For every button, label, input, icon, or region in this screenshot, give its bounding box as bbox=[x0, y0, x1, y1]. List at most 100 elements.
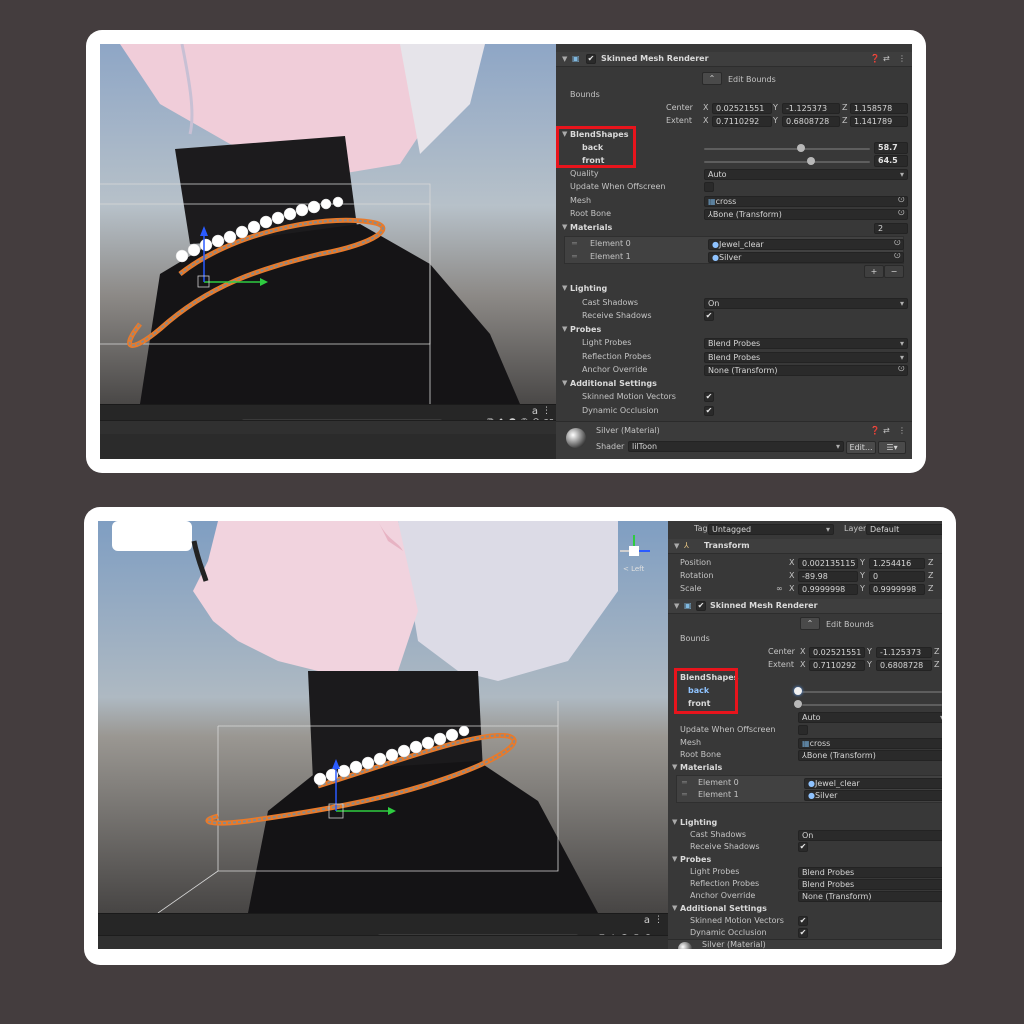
element-1-field[interactable]: ●Silver bbox=[804, 790, 942, 801]
scene-a-button[interactable]: a bbox=[644, 915, 650, 926]
probes-foldout-icon[interactable]: ▼ bbox=[672, 855, 677, 863]
component-enabled-toggle[interactable]: ✔ bbox=[586, 54, 596, 64]
additional-foldout-icon[interactable]: ▼ bbox=[672, 904, 677, 912]
position-x-field[interactable]: 0.002135115 bbox=[798, 558, 858, 569]
center-x-field[interactable]: 0.02521551 bbox=[712, 103, 772, 114]
lighting-foldout-icon[interactable]: ▼ bbox=[672, 818, 677, 826]
blendshape-front-slider[interactable] bbox=[704, 161, 870, 163]
edit-bounds-button[interactable]: ⌃ bbox=[800, 617, 820, 630]
transform-header[interactable]: ▼ ⅄ Transform bbox=[668, 539, 942, 554]
additional-settings-row[interactable]: ▼ Additional Settings bbox=[556, 378, 912, 391]
preset-icon[interactable]: ⇄ bbox=[883, 426, 890, 435]
materials-count-field[interactable]: 2 bbox=[874, 223, 908, 234]
object-picker-icon[interactable]: ⊙ bbox=[897, 197, 905, 205]
component-enabled-toggle[interactable]: ✔ bbox=[696, 601, 706, 611]
material-element-0-row[interactable]: ═ Element 0 ●Jewel_clear ⊙ bbox=[556, 238, 912, 251]
skinned-motion-checkbox[interactable]: ✔ bbox=[704, 392, 714, 402]
root-bone-field[interactable]: ⅄Bone (Transform) bbox=[798, 750, 942, 761]
materials-foldout-icon[interactable]: ▼ bbox=[672, 763, 677, 771]
center-y-field[interactable]: -1.125373 bbox=[782, 103, 840, 114]
blendshape-back-value[interactable]: 58.7 bbox=[874, 142, 908, 154]
tag-dropdown[interactable]: Untagged bbox=[708, 524, 834, 535]
anchor-override-field[interactable]: None (Transform) ⊙ bbox=[704, 365, 908, 376]
object-picker-icon[interactable]: ⊙ bbox=[893, 240, 901, 248]
center-z-field[interactable]: 1.158578 bbox=[850, 103, 908, 114]
scene-a-button[interactable]: a bbox=[532, 406, 538, 417]
receive-shadows-checkbox[interactable]: ✔ bbox=[704, 311, 714, 321]
reflection-probes-dropdown[interactable]: Blend Probes bbox=[798, 879, 942, 890]
probes-foldout-icon[interactable]: ▼ bbox=[562, 325, 567, 333]
blendshape-front-knob[interactable] bbox=[807, 157, 816, 165]
quality-dropdown[interactable]: Auto bbox=[798, 712, 942, 723]
reflection-probes-dropdown[interactable]: Blend Probes bbox=[704, 352, 908, 363]
extent-y-field[interactable]: 0.6808728 bbox=[876, 660, 932, 671]
blendshape-back-knob[interactable] bbox=[794, 687, 802, 695]
extent-z-field[interactable]: 1.141789 bbox=[850, 116, 908, 127]
scale-y-field[interactable]: 0.9999998 bbox=[869, 584, 925, 595]
anchor-override-field[interactable]: None (Transform) bbox=[798, 891, 942, 902]
extent-y-field[interactable]: 0.6808728 bbox=[782, 116, 840, 127]
blendshape-back-knob[interactable] bbox=[797, 144, 806, 152]
blendshape-front-value[interactable]: 64.5 bbox=[874, 155, 908, 167]
add-element-button[interactable]: + bbox=[864, 265, 884, 278]
center-x-field[interactable]: 0.02521551 bbox=[809, 647, 865, 658]
component-menu-icon[interactable]: ⋮ bbox=[898, 426, 906, 435]
scene-view[interactable] bbox=[100, 44, 556, 404]
root-bone-field[interactable]: ⅄Bone (Transform) ⊙ bbox=[704, 209, 908, 220]
extent-x-field[interactable]: 0.7110292 bbox=[712, 116, 772, 127]
position-y-field[interactable]: 1.254416 bbox=[869, 558, 925, 569]
lighting-row[interactable]: ▼ Lighting bbox=[556, 283, 912, 296]
mesh-field[interactable]: ▦cross bbox=[798, 738, 942, 749]
preset-icon[interactable]: ⇄ bbox=[883, 54, 890, 63]
scene-menu-icon[interactable]: ⋮ bbox=[654, 915, 663, 925]
drag-handle-icon[interactable]: ═ bbox=[682, 778, 687, 787]
lighting-foldout-icon[interactable]: ▼ bbox=[562, 284, 567, 292]
update-offscreen-checkbox[interactable] bbox=[798, 725, 808, 735]
layer-dropdown[interactable]: Default bbox=[866, 524, 942, 535]
element-0-field[interactable]: ●Jewel_clear ⊙ bbox=[708, 239, 904, 250]
additional-foldout-icon[interactable]: ▼ bbox=[562, 379, 567, 387]
receive-shadows-checkbox[interactable]: ✔ bbox=[798, 842, 808, 852]
materials-row[interactable]: ▼ Materials bbox=[668, 762, 942, 775]
update-offscreen-checkbox[interactable] bbox=[704, 182, 714, 192]
foldout-icon[interactable]: ▼ bbox=[674, 542, 679, 550]
element-0-field[interactable]: ●Jewel_clear bbox=[804, 778, 942, 789]
blendshape-back-slider[interactable] bbox=[802, 691, 942, 693]
light-probes-dropdown[interactable]: Blend Probes bbox=[704, 338, 908, 349]
materials-row[interactable]: ▼ Materials 2 bbox=[556, 222, 912, 235]
blendshape-front-knob[interactable] bbox=[794, 700, 802, 708]
object-picker-icon[interactable]: ⊙ bbox=[897, 366, 905, 374]
probes-row[interactable]: ▼ Probes bbox=[556, 324, 912, 337]
blendshape-front-slider[interactable] bbox=[802, 704, 942, 706]
center-y-field[interactable]: -1.125373 bbox=[876, 647, 932, 658]
shader-dropdown[interactable]: lilToon bbox=[628, 441, 844, 452]
cast-shadows-dropdown[interactable]: On bbox=[798, 830, 942, 841]
skinned-motion-checkbox[interactable]: ✔ bbox=[798, 916, 808, 926]
cast-shadows-dropdown[interactable]: On bbox=[704, 298, 908, 309]
mesh-field[interactable]: ▦cross ⊙ bbox=[704, 196, 908, 207]
scene-view[interactable]: < Left bbox=[98, 521, 668, 913]
shader-edit-button[interactable]: Edit... bbox=[846, 441, 876, 454]
shader-options-button[interactable]: ☰▾ bbox=[878, 441, 906, 454]
component-menu-icon[interactable]: ⋮ bbox=[898, 54, 906, 63]
materials-foldout-icon[interactable]: ▼ bbox=[562, 223, 567, 231]
drag-handle-icon[interactable]: ═ bbox=[572, 239, 577, 248]
object-picker-icon[interactable]: ⊙ bbox=[897, 210, 905, 218]
edit-bounds-button[interactable]: ⌃ bbox=[702, 72, 722, 85]
material-element-1-row[interactable]: ═ Element 1 ●Silver bbox=[668, 789, 942, 802]
skinned-mesh-renderer-header[interactable]: ▼ ▣ ✔ Skinned Mesh Renderer bbox=[668, 599, 942, 614]
remove-element-button[interactable]: − bbox=[884, 265, 904, 278]
foldout-icon[interactable]: ▼ bbox=[562, 55, 567, 63]
material-element-1-row[interactable]: ═ Element 1 ●Silver ⊙ bbox=[556, 251, 912, 264]
extent-x-field[interactable]: 0.7110292 bbox=[809, 660, 865, 671]
help-icon[interactable]: ❓ bbox=[870, 426, 880, 435]
quality-dropdown[interactable]: Auto bbox=[704, 169, 908, 180]
skinned-mesh-renderer-header[interactable]: ▼ ▣ ✔ Skinned Mesh Renderer ❓ ⇄ ⋮ bbox=[556, 52, 912, 67]
scene-menu-icon[interactable]: ⋮ bbox=[542, 406, 551, 416]
dynamic-occlusion-checkbox[interactable]: ✔ bbox=[704, 406, 714, 416]
blendshape-back-slider[interactable] bbox=[704, 148, 870, 150]
rotation-y-field[interactable]: 0 bbox=[869, 571, 925, 582]
rotation-x-field[interactable]: -89.98 bbox=[798, 571, 858, 582]
constrain-proportions-icon[interactable]: ∞ bbox=[776, 584, 783, 593]
drag-handle-icon[interactable]: ═ bbox=[572, 252, 577, 261]
